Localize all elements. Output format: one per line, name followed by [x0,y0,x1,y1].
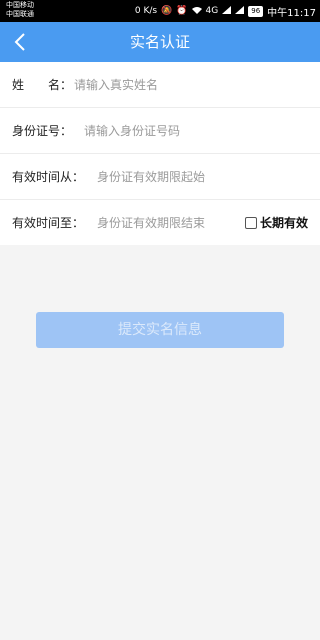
valid-from-label: 有效时间从： [12,170,85,184]
status-icons: 0 K/s 🔕 ⏰ 4G 96 中午11:17 [135,0,316,22]
idno-input[interactable] [84,115,304,146]
idno-label: 身份证号： [12,124,73,138]
valid-to-label: 有效时间至： [12,216,85,230]
carrier-1: 中国移动 [6,1,34,9]
clock: 中午11:17 [267,7,316,19]
status-bar: 中国移动 中国联通 0 K/s 🔕 ⏰ 4G 96 中午11:17 [0,0,320,22]
name-input[interactable] [74,69,294,100]
mute-icon: 🔕 [161,5,173,16]
id-form: 姓 名： 身份证号： 有效时间从： 有效时间至： 长期有效 [0,62,320,245]
name-row: 姓 名： [0,62,320,108]
signal-icon-2 [235,5,245,17]
wifi-icon [191,6,202,17]
page-title: 实名认证 [129,33,190,51]
alarm-icon: ⏰ [176,5,188,16]
longterm-label: 长期有效 [259,216,308,230]
carrier-2: 中国联通 [6,10,34,18]
battery-indicator: 96 [248,5,264,17]
valid-from-row: 有效时间从： [0,154,320,200]
valid-to-row: 有效时间至： 长期有效 [0,200,320,245]
network-type: 4G [205,5,219,16]
name-label: 姓 名： [12,78,73,92]
valid-from-input[interactable] [97,161,297,192]
network-speed: 0 K/s [134,6,158,16]
signal-icon [222,5,232,17]
longterm-checkbox[interactable] [244,216,257,229]
nav-bar: 实名认证 [0,22,320,62]
idno-row: 身份证号： [0,108,320,154]
valid-to-input[interactable] [97,207,232,238]
submit-button[interactable]: 提交实名信息 [36,312,284,348]
longterm-toggle[interactable]: 长期有效 [244,200,308,245]
carrier-info: 中国移动 中国联通 [6,1,34,19]
